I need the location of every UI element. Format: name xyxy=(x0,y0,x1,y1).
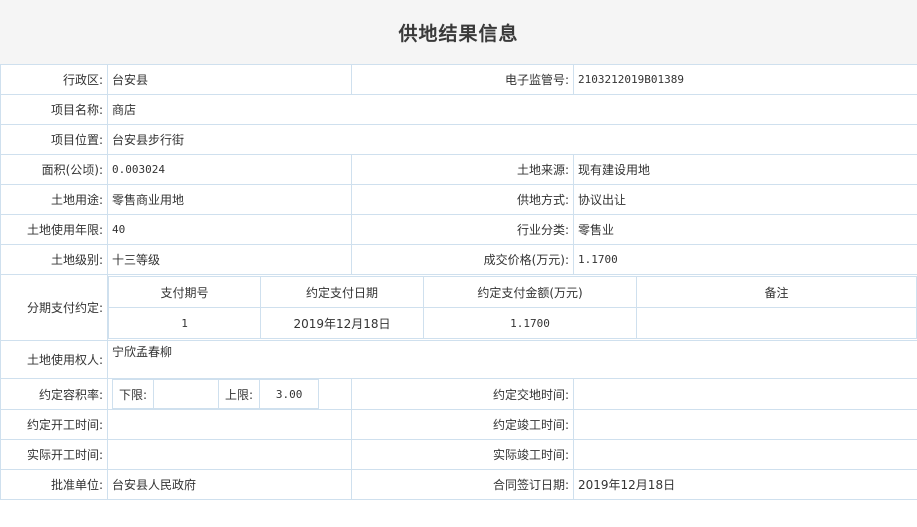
installment-date-value: 2019年12月18日 xyxy=(260,307,424,339)
plot-ratio-label: 约定容积率: xyxy=(0,378,108,410)
page-title: 供地结果信息 xyxy=(398,22,519,45)
industry-value: 零售业 xyxy=(573,214,917,245)
approver-value: 台安县人民政府 xyxy=(107,469,352,500)
land-use-label: 土地用途: xyxy=(0,184,108,215)
row-project-name: 项目名称: 商店 xyxy=(0,94,917,125)
plot-ratio-upper-value: 3.00 xyxy=(259,379,320,409)
approver-label: 批准单位: xyxy=(0,469,108,500)
installment-period-header: 支付期号 xyxy=(108,276,261,308)
handover-time-value xyxy=(573,378,917,410)
installment-remark-value xyxy=(636,307,917,339)
row-installments: 分期支付约定: 支付期号 约定支付日期 约定支付金额(万元) 备注 1 2019… xyxy=(0,274,917,341)
row-start-time: 约定开工时间: 约定竣工时间: xyxy=(0,409,917,440)
table-row: 1 2019年12月18日 1.1700 xyxy=(108,307,917,339)
row-area: 面积(公顷): 0.003024 土地来源: 现有建设用地 xyxy=(0,154,917,185)
plot-ratio-range: 下限: 上限: 3.00 xyxy=(111,379,320,409)
area-label: 面积(公顷): xyxy=(0,154,108,185)
land-supply-table: 行政区: 台安县 电子监管号: 2103212019B01389 项目名称: 商… xyxy=(0,64,917,500)
land-grade-label: 土地级别: xyxy=(0,244,108,275)
use-years-value: 40 xyxy=(107,214,352,245)
plot-ratio-lower-value xyxy=(153,379,220,409)
area-value: 0.003024 xyxy=(107,154,352,185)
page-header: 供地结果信息 xyxy=(0,0,917,64)
price-label: 成交价格(万元): xyxy=(351,244,574,275)
row-approver: 批准单位: 台安县人民政府 合同签订日期: 2019年12月18日 xyxy=(0,469,917,500)
row-actual-start: 实际开工时间: 实际竣工时间: xyxy=(0,439,917,470)
land-source-label: 土地来源: xyxy=(351,154,574,185)
installments-table: 支付期号 约定支付日期 约定支付金额(万元) 备注 1 2019年12月18日 … xyxy=(108,276,917,339)
row-land-grade: 土地级别: 十三等级 成交价格(万元): 1.1700 xyxy=(0,244,917,275)
supervision-no-label: 电子监管号: xyxy=(351,64,574,95)
installments-cell: 支付期号 约定支付日期 约定支付金额(万元) 备注 1 2019年12月18日 … xyxy=(107,274,917,341)
installment-date-header: 约定支付日期 xyxy=(260,276,424,308)
row-land-use: 土地用途: 零售商业用地 供地方式: 协议出让 xyxy=(0,184,917,215)
project-location-value: 台安县步行街 xyxy=(107,124,917,155)
completion-time-value xyxy=(573,409,917,440)
row-land-user: 土地使用权人: 宁欣孟春柳 xyxy=(0,340,917,379)
completion-time-label: 约定竣工时间: xyxy=(351,409,574,440)
start-time-label: 约定开工时间: xyxy=(0,409,108,440)
plot-ratio-upper-label: 上限: xyxy=(218,379,261,409)
contract-date-value: 2019年12月18日 xyxy=(573,469,917,500)
price-value: 1.1700 xyxy=(573,244,917,275)
installment-period-value: 1 xyxy=(108,307,261,339)
start-time-value xyxy=(107,409,352,440)
land-user-label: 土地使用权人: xyxy=(0,340,108,379)
supply-method-value: 协议出让 xyxy=(573,184,917,215)
project-location-label: 项目位置: xyxy=(0,124,108,155)
actual-completion-value xyxy=(573,439,917,470)
land-user-value: 宁欣孟春柳 xyxy=(107,340,917,379)
installment-amount-value: 1.1700 xyxy=(423,307,637,339)
district-label: 行政区: xyxy=(0,64,108,95)
actual-start-label: 实际开工时间: xyxy=(0,439,108,470)
land-source-value: 现有建设用地 xyxy=(573,154,917,185)
handover-time-label: 约定交地时间: xyxy=(351,378,574,410)
district-value: 台安县 xyxy=(107,64,352,95)
plot-ratio-cell: 下限: 上限: 3.00 xyxy=(107,378,352,410)
installments-label: 分期支付约定: xyxy=(0,274,108,341)
supervision-no-value: 2103212019B01389 xyxy=(573,64,917,95)
row-project-location: 项目位置: 台安县步行街 xyxy=(0,124,917,155)
installment-remark-header: 备注 xyxy=(636,276,917,308)
row-use-years: 土地使用年限: 40 行业分类: 零售业 xyxy=(0,214,917,245)
supply-method-label: 供地方式: xyxy=(351,184,574,215)
installments-header-row: 支付期号 约定支付日期 约定支付金额(万元) 备注 xyxy=(108,276,917,308)
row-district: 行政区: 台安县 电子监管号: 2103212019B01389 xyxy=(0,64,917,95)
project-name-label: 项目名称: xyxy=(0,94,108,125)
land-grade-value: 十三等级 xyxy=(107,244,352,275)
project-name-value: 商店 xyxy=(107,94,917,125)
plot-ratio-lower-label: 下限: xyxy=(111,379,155,409)
contract-date-label: 合同签订日期: xyxy=(351,469,574,500)
land-use-value: 零售商业用地 xyxy=(107,184,352,215)
industry-label: 行业分类: xyxy=(351,214,574,245)
use-years-label: 土地使用年限: xyxy=(0,214,108,245)
actual-completion-label: 实际竣工时间: xyxy=(351,439,574,470)
installment-amount-header: 约定支付金额(万元) xyxy=(423,276,637,308)
row-plot-ratio: 约定容积率: 下限: 上限: 3.00 约定交地时间: xyxy=(0,378,917,410)
actual-start-value xyxy=(107,439,352,470)
